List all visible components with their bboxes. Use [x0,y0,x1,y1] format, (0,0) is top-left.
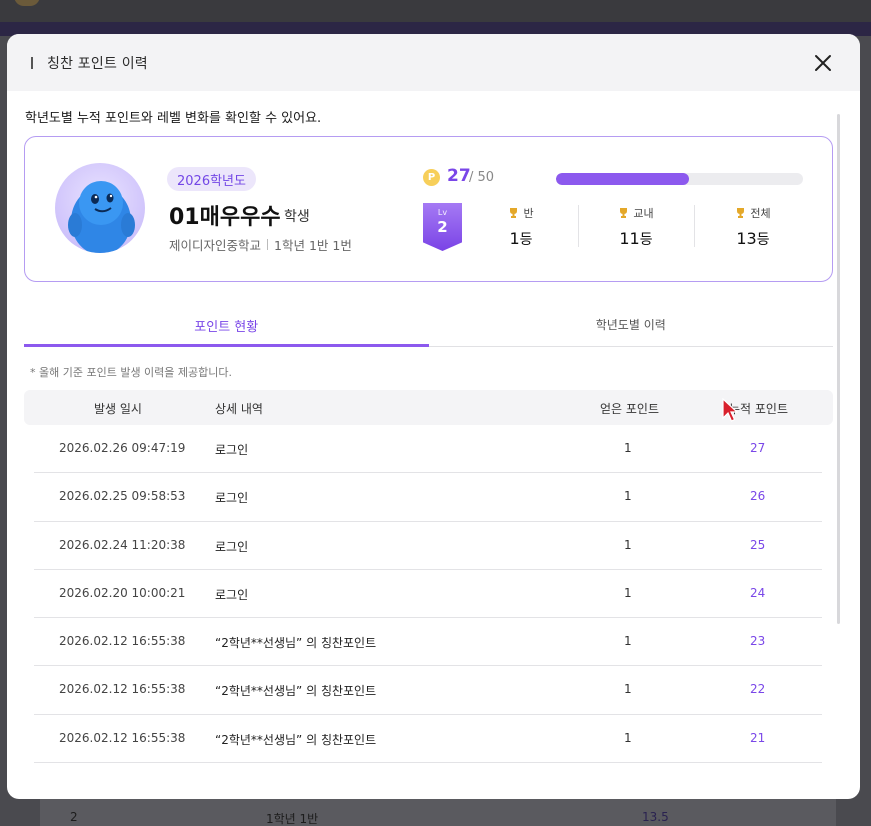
close-icon[interactable] [812,52,834,74]
rank-class-label: 반 [523,207,534,220]
background-row-class: 1학년 1반 [266,812,319,826]
divider [267,239,269,250]
cell-desc: “2학년**선생님” 의 칭찬포인트 [215,636,377,651]
table-row: 2026.02.26 09:47:19 로그인 1 27 [34,425,822,474]
table-body: 2026.02.26 09:47:19 로그인 1 27 2026.02.25 09:5… [34,425,822,764]
cell-desc: 로그인 [215,539,249,554]
points-current: 27 [447,166,471,186]
cell-total: 21 [750,730,766,745]
table-row: 2026.02.24 11:20:38 로그인 1 25 [34,522,822,570]
modal-title: 칭찬 포인트 이력 [47,55,148,72]
class-info: 1학년 1반 1번 [274,238,352,253]
trophy-icon [510,208,518,218]
school-name: 제이디자인중학교 [169,238,262,253]
rank-school-label: 교내 [633,207,654,220]
cell-earn: 1 [624,585,632,600]
cell-date: 2026.02.12 16:55:38 [59,730,186,745]
tab-yearly-history[interactable]: 학년도별 이력 [429,309,834,346]
level-label: Lv [437,208,448,217]
student-name: 01매우우수 [169,205,281,230]
tab-bar: 포인트 현황 학년도별 이력 [24,309,833,347]
cell-date: 2026.02.12 16:55:38 [59,634,186,649]
cell-desc: “2학년**선생님” 의 칭찬포인트 [215,684,377,699]
points-progress-fill [556,173,690,185]
cell-earn: 1 [624,682,632,697]
table-row: 2026.02.12 16:55:38 “2학년**선생님” 의 칭찬포인트 1 23 [34,618,822,667]
title-accent-bar [31,56,33,69]
level-badge: Lv 2 [423,203,462,251]
rank-class-value: 1 [509,229,520,248]
cell-desc: 로그인 [215,443,249,457]
cell-date: 2026.02.26 09:47:19 [59,441,186,455]
cell-total: 23 [750,634,766,649]
header-date: 발생 일시 [94,402,142,416]
rank-school-unit: 등 [639,232,653,248]
point-coin-icon: P [423,169,440,186]
modal-description: 학년도별 누적 포인트와 레벨 변화를 확인할 수 있어요. [25,111,322,126]
header-detail: 상세 내역 [215,402,263,416]
cell-total: 26 [750,489,766,504]
cell-earn: 1 [624,489,632,504]
rank-school: 교내 11등 [578,205,694,249]
modal-scrollbar[interactable] [837,114,840,624]
student-suffix: 학생 [284,209,310,225]
rank-total-unit: 등 [756,232,770,248]
cell-total: 24 [750,585,766,600]
table-header: 발생 일시 상세 내역 얻은 포인트 누적 포인트 [24,390,833,425]
avatar [55,163,145,253]
rank-class: 반 1등 [463,205,579,249]
profile-card: 2026학년도 01매우우수 학생 제이디자인중학교 1학년 1반 1번 P 2… [24,136,833,282]
rank-total: 전체 13등 [695,205,811,249]
rank-school-value: 11 [619,229,640,248]
cell-date: 2026.02.20 10:00:21 [59,585,186,600]
tab-point-status[interactable]: 포인트 현황 [24,309,429,347]
cell-desc: “2학년**선생님” 의 칭찬포인트 [215,732,377,747]
rank-total-label: 전체 [750,207,771,220]
cell-date: 2026.02.25 09:58:53 [59,489,186,504]
header-earned: 얻은 포인트 [600,402,660,416]
cell-desc: 로그인 [215,491,249,506]
mascot-icon [68,181,135,253]
table-row: 2026.02.12 16:55:38 “2학년**선생님” 의 칭찬포인트 1 21 [34,715,822,764]
table-row: 2026.02.12 16:55:38 “2학년**선생님” 의 칭찬포인트 1 22 [34,666,822,715]
points-progress-bar [556,173,803,185]
cell-date: 2026.02.24 11:20:38 [59,537,186,552]
background-top-bar [0,0,871,22]
cell-total: 22 [750,682,766,697]
rank-class-unit: 등 [519,232,533,248]
table-row: 2026.02.20 10:00:21 로그인 1 24 [34,570,822,619]
table-row: 2026.02.25 09:58:53 로그인 1 26 [34,473,822,522]
rank-total-value: 13 [736,229,757,248]
cell-earn: 1 [624,634,632,649]
background-table [40,796,836,826]
cell-earn: 1 [624,730,632,745]
school-year-badge: 2026학년도 [167,167,256,191]
cell-earn: 1 [624,537,632,552]
trophy-icon [737,208,745,218]
mouse-cursor-icon [722,398,738,422]
notice-text: * 올해 기준 포인트 발생 이력을 제공합니다. [30,366,233,379]
cell-desc: 로그인 [215,587,249,602]
close-button[interactable] [812,52,834,74]
modal-header: 칭찬 포인트 이력 [7,34,860,91]
background-row-number: 2 [70,810,78,824]
cell-earn: 1 [624,441,632,455]
trophy-icon [620,208,628,218]
background-row-value: 13.5 [642,810,669,824]
level-number: 2 [437,218,448,236]
cell-total: 25 [750,537,766,552]
cell-date: 2026.02.12 16:55:38 [59,682,186,697]
school-info: 제이디자인중학교 1학년 1반 1번 [169,235,352,254]
cell-total: 27 [750,441,766,455]
points-max: / 50 [469,170,495,185]
